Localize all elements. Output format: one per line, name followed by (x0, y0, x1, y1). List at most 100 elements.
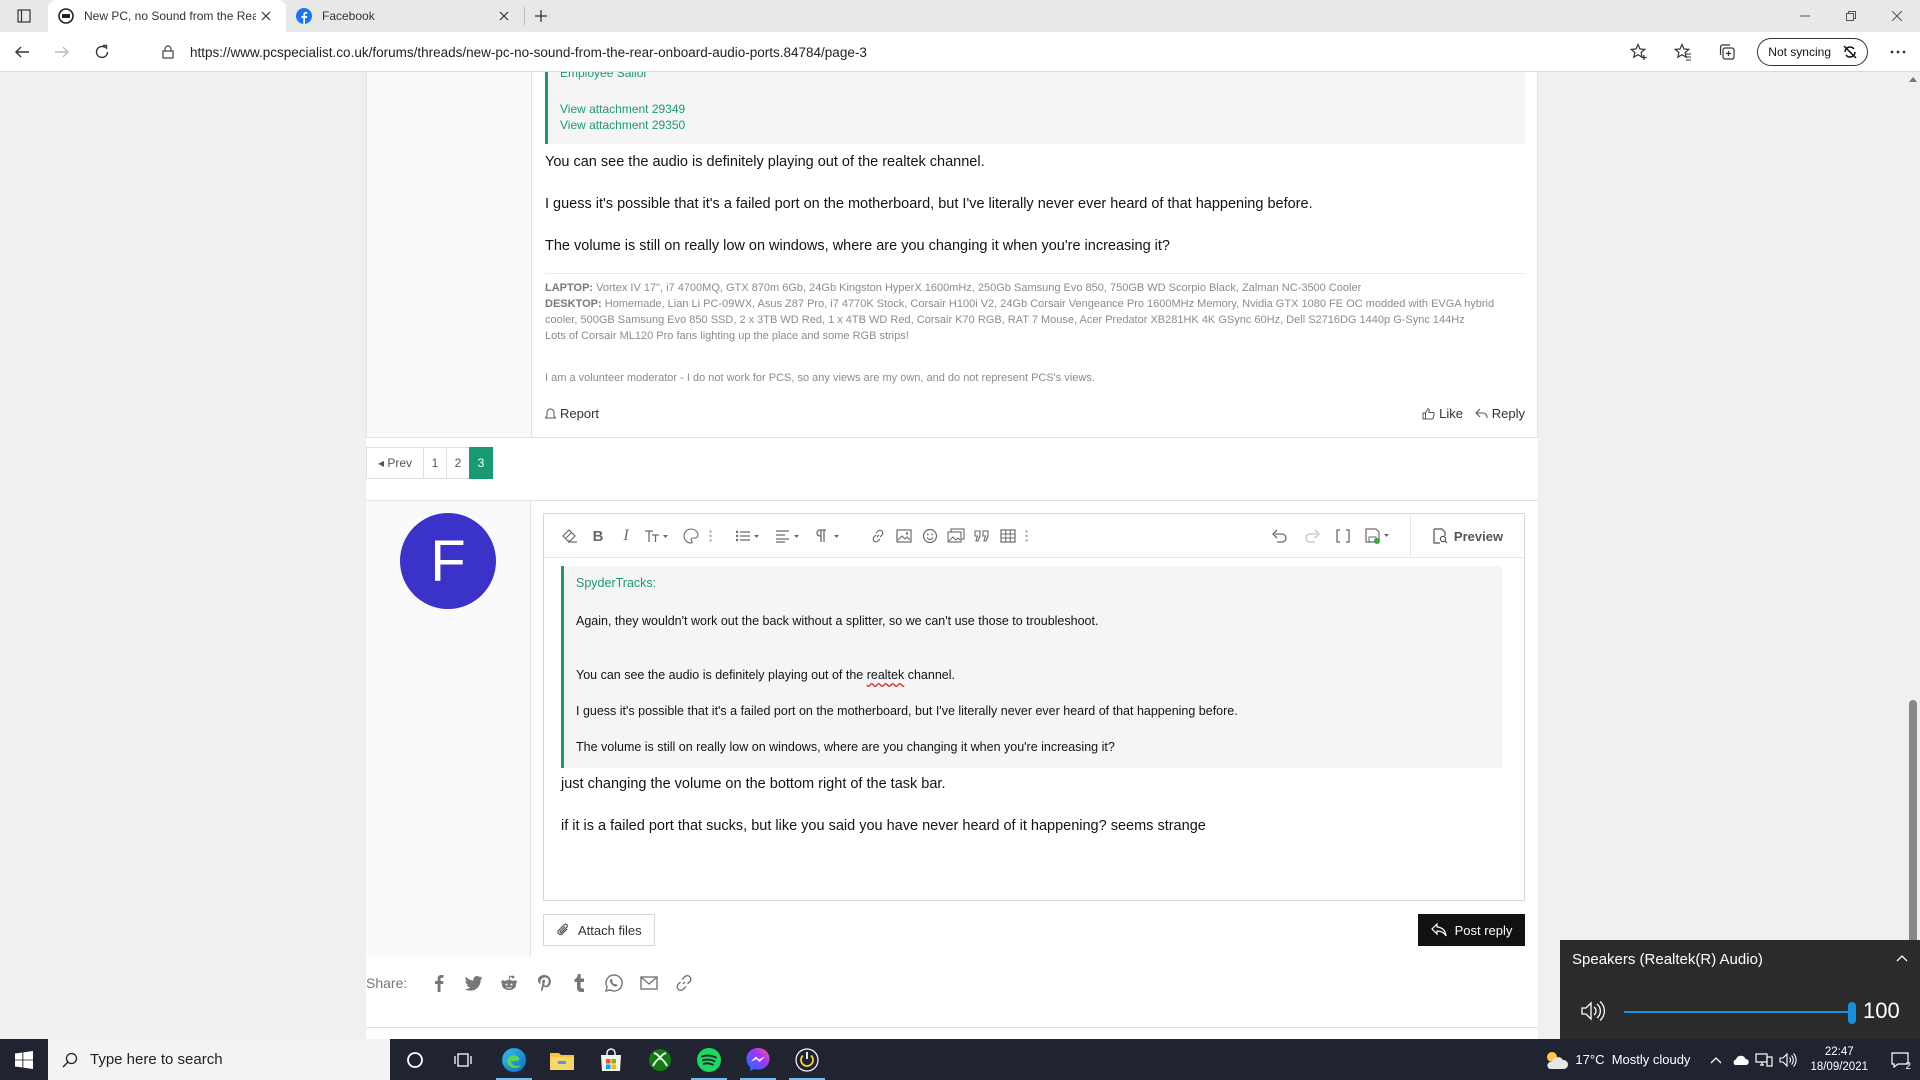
quote-line: I guess it's possible that it's a failed… (576, 704, 1238, 718)
scroll-up-icon[interactable] (1909, 76, 1917, 82)
twitter-icon[interactable] (456, 971, 491, 995)
taskbar-search-input[interactable]: Type here to search (48, 1039, 390, 1080)
like-button[interactable]: Like (1422, 406, 1463, 421)
taskbar-clock[interactable]: 22:47 18/09/2021 (1810, 1045, 1868, 1075)
url-field[interactable]: https://www.pcspecialist.co.uk/forums/th… (148, 36, 1628, 68)
tumblr-icon[interactable] (561, 971, 596, 995)
link-icon[interactable] (666, 971, 701, 995)
link-icon[interactable] (867, 526, 889, 546)
close-window-icon[interactable] (1874, 0, 1920, 32)
notification-center-icon[interactable]: 2 (1880, 1039, 1920, 1080)
quote-line-part: You can see the audio is definitely play… (576, 668, 867, 682)
reply-button[interactable]: Reply (1474, 406, 1525, 421)
reddit-icon[interactable] (491, 971, 526, 995)
attach-files-button[interactable]: Attach files (543, 914, 655, 946)
page-link[interactable]: 2 (446, 447, 470, 479)
network-icon[interactable] (1754, 1052, 1774, 1067)
weather-temp: 17°C (1575, 1052, 1605, 1067)
power-app-icon[interactable] (783, 1039, 831, 1080)
messenger-icon[interactable] (734, 1039, 782, 1080)
editor-quote-block[interactable]: SpyderTracks: Again, they wouldn't work … (561, 566, 1502, 768)
paragraph-icon[interactable] (814, 526, 844, 546)
page-link-current[interactable]: 3 (469, 447, 493, 479)
refresh-icon[interactable] (84, 36, 120, 68)
post-user-column (367, 72, 532, 437)
xbox-icon[interactable] (636, 1039, 684, 1080)
media-icon[interactable] (945, 526, 967, 546)
redo-icon[interactable] (1301, 526, 1323, 546)
table-icon[interactable] (997, 526, 1019, 546)
chevron-up-icon[interactable] (1896, 954, 1908, 962)
whatsapp-icon[interactable] (596, 971, 631, 995)
task-view-icon[interactable] (439, 1039, 487, 1080)
cortana-icon[interactable] (391, 1039, 439, 1080)
undo-icon[interactable] (1269, 526, 1291, 546)
weather-widget[interactable]: 17°C Mostly cloudy (1543, 1050, 1690, 1070)
back-icon[interactable] (4, 36, 40, 68)
sig-laptop-label: LAPTOP: (545, 282, 594, 294)
email-icon[interactable] (631, 971, 666, 995)
list-icon[interactable] (734, 526, 764, 546)
lock-icon[interactable] (160, 45, 176, 59)
drafts-icon[interactable] (1364, 526, 1394, 546)
spotify-icon[interactable] (685, 1039, 733, 1080)
volume-slider-thumb[interactable] (1848, 1002, 1856, 1024)
facebook-favicon-icon (296, 8, 312, 24)
collections-icon[interactable] (1705, 32, 1749, 72)
report-button[interactable]: Report (545, 406, 599, 421)
text-size-icon[interactable] (643, 526, 673, 546)
editor-toolbar: B I Preview (544, 514, 1524, 558)
quote-author: SpyderTracks: (576, 576, 657, 590)
rich-text-editor[interactable]: B I Preview SpyderTracks: Again, they wo… (543, 513, 1525, 901)
more-insert-options-icon[interactable] (1020, 526, 1032, 546)
smiley-icon[interactable] (919, 526, 941, 546)
image-icon[interactable] (893, 526, 915, 546)
bold-icon[interactable]: B (587, 526, 609, 546)
close-tab-icon[interactable] (494, 6, 514, 26)
windows-start-icon[interactable] (0, 1039, 48, 1080)
speaker-icon[interactable] (1580, 1000, 1606, 1022)
sig-desktop-label: DESKTOP: (545, 298, 602, 310)
volume-flyout: Speakers (Realtek(R) Audio) 100 (1560, 940, 1920, 1039)
sig-laptop: Vortex IV 17", i7 4700MQ, GTX 870m 6Gb, … (596, 282, 1362, 294)
volume-tray-icon[interactable] (1778, 1052, 1798, 1068)
more-text-options-icon[interactable] (704, 526, 716, 546)
pinterest-icon[interactable] (526, 971, 561, 995)
clear-formatting-icon[interactable] (559, 526, 581, 546)
volume-slider[interactable] (1624, 1011, 1851, 1013)
align-icon[interactable] (774, 526, 804, 546)
restore-icon[interactable] (1828, 0, 1874, 32)
profile-sync-button[interactable]: Not syncing (1757, 38, 1868, 66)
minimize-icon[interactable] (1782, 0, 1828, 32)
spellcheck-word[interactable]: realtek (867, 668, 905, 682)
microsoft-store-icon[interactable] (587, 1039, 635, 1080)
url-text: https://www.pcspecialist.co.uk/forums/th… (190, 44, 867, 60)
attachment-link[interactable]: View attachment 29349 (560, 102, 685, 116)
tab-pcspecialist[interactable]: New PC, no Sound from the Rear (48, 0, 286, 32)
more-options-icon[interactable] (1876, 32, 1920, 72)
facebook-icon[interactable] (421, 971, 456, 995)
edge-browser-icon[interactable] (490, 1039, 538, 1080)
post-reply-button[interactable]: Post reply (1418, 914, 1525, 946)
prev-page-button[interactable]: ◂ Prev (366, 447, 424, 479)
audio-device-selector[interactable]: Speakers (Realtek(R) Audio) (1572, 951, 1763, 968)
avatar[interactable]: F (400, 513, 496, 609)
chevron-up-icon[interactable] (1706, 1056, 1726, 1064)
close-tab-icon[interactable] (256, 6, 276, 26)
forum-post: Employee Sailor View attachment 29349 Vi… (366, 72, 1538, 438)
add-favorite-icon[interactable] (1617, 32, 1661, 72)
toggle-bbcode-icon[interactable] (1332, 526, 1354, 546)
forward-icon[interactable] (44, 36, 80, 68)
new-tab-icon[interactable] (525, 0, 557, 32)
tab-facebook[interactable]: Facebook (286, 0, 524, 32)
quote-icon[interactable] (971, 526, 993, 546)
onedrive-icon[interactable] (1730, 1054, 1750, 1066)
preview-button[interactable]: Preview (1410, 514, 1524, 558)
attachment-link[interactable]: View attachment 29350 (560, 118, 685, 132)
favorites-icon[interactable] (1661, 32, 1705, 72)
page-link[interactable]: 1 (423, 447, 447, 479)
color-palette-icon[interactable] (680, 526, 702, 546)
tab-actions-icon[interactable] (0, 0, 48, 32)
file-explorer-icon[interactable] (538, 1039, 586, 1080)
italic-icon[interactable]: I (615, 526, 637, 546)
